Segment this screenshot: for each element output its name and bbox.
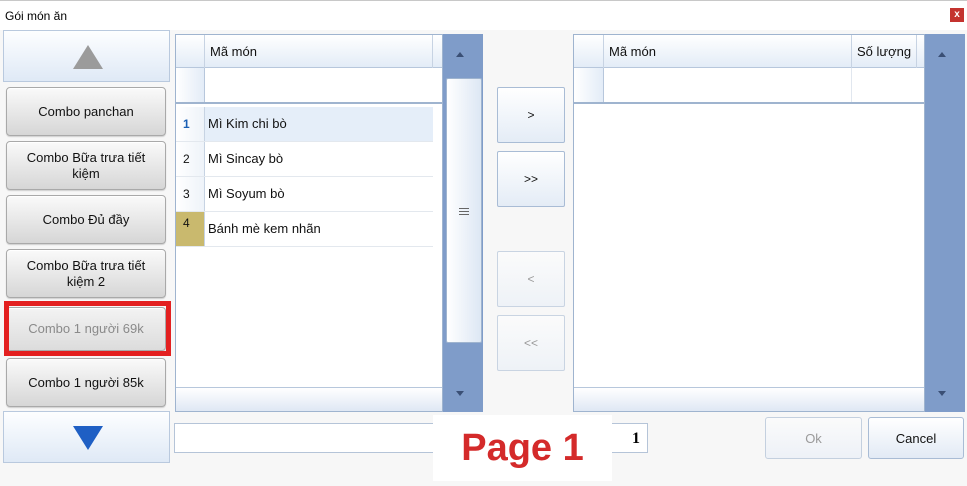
category-button[interactable]: Combo Đủ đầy (6, 195, 166, 244)
dish-filter-row[interactable] (176, 68, 442, 104)
category-button[interactable]: Combo panchan (6, 87, 166, 136)
dialog-body: Combo panchan Combo Bữa trưa tiết kiệm C… (0, 30, 967, 486)
triangle-down-icon (73, 426, 103, 450)
dish-grid: Mã món 1 Mì Kim chi bò 2 Mì Sincay bò 3 … (175, 34, 443, 412)
selected-filter-row[interactable] (574, 68, 924, 104)
page-overlay-label: Page 1 (433, 415, 612, 481)
dish-name: Mì Kim chi bò (208, 116, 287, 131)
cancel-button[interactable]: Cancel (868, 417, 964, 459)
scroll-down-arrow-icon[interactable] (938, 391, 946, 396)
remove-all-button[interactable]: << (497, 315, 565, 371)
filter-column-divider (851, 68, 852, 102)
column-header-ma-mon[interactable]: Mã món (205, 35, 433, 68)
row-number: 2 (176, 142, 205, 176)
scroll-down-arrow-icon[interactable] (456, 391, 464, 396)
dish-name: Bánh mè kem nhãn (208, 221, 321, 236)
row-header-corner (176, 35, 205, 68)
dish-name: Mì Soyum bò (208, 186, 285, 201)
close-button[interactable]: x (950, 8, 964, 22)
grip-icon (459, 208, 469, 215)
selection-highlight-frame (4, 301, 171, 356)
row-number: 3 (176, 177, 205, 211)
triangle-up-icon (73, 45, 103, 69)
dish-name: Mì Sincay bò (208, 151, 284, 166)
column-header-ma-mon[interactable]: Mã món (604, 35, 852, 68)
column-header-so-luong[interactable]: Số lượng (852, 35, 917, 68)
window-title: Gói món ăn (5, 9, 68, 23)
table-row[interactable]: 4 Bánh mè kem nhãn (176, 212, 433, 247)
table-row[interactable]: 1 Mì Kim chi bò (176, 107, 433, 142)
selected-items-grid: Mã món Số lượng (573, 34, 925, 412)
scrollbar-thumb[interactable] (446, 78, 482, 343)
scroll-up-arrow-icon[interactable] (456, 52, 464, 57)
selected-grid-horizontal-scrollbar[interactable] (574, 387, 924, 411)
category-button[interactable]: Combo Bữa trưa tiết kiệm (6, 141, 166, 190)
selected-grid-vertical-scrollbar[interactable] (925, 34, 965, 412)
dish-grid-horizontal-scrollbar[interactable] (176, 387, 442, 411)
page-number: 1 (632, 430, 640, 447)
filter-row-header (176, 68, 205, 102)
category-scroll-down-button[interactable] (3, 411, 170, 463)
add-selected-button[interactable]: > (497, 87, 565, 143)
remove-selected-button[interactable]: < (497, 251, 565, 307)
table-row[interactable]: 2 Mì Sincay bò (176, 142, 433, 177)
selected-grid-header: Mã món Số lượng (574, 35, 924, 68)
row-header-corner (574, 35, 604, 68)
dish-grid-vertical-scrollbar[interactable] (443, 34, 483, 412)
row-number: 4 (176, 212, 205, 246)
category-button[interactable]: Combo 1 người 85k (6, 358, 166, 407)
ok-button[interactable]: Ok (765, 417, 862, 459)
dish-grid-header: Mã món (176, 35, 442, 68)
title-bar: Gói món ăn x (0, 0, 967, 30)
table-row[interactable]: 3 Mì Soyum bò (176, 177, 433, 212)
category-scroll-up-button[interactable] (3, 30, 170, 82)
filter-row-header (574, 68, 604, 102)
scroll-up-arrow-icon[interactable] (938, 52, 946, 57)
category-button[interactable]: Combo Bữa trưa tiết kiệm 2 (6, 249, 166, 298)
row-number: 1 (176, 107, 205, 141)
add-all-button[interactable]: >> (497, 151, 565, 207)
